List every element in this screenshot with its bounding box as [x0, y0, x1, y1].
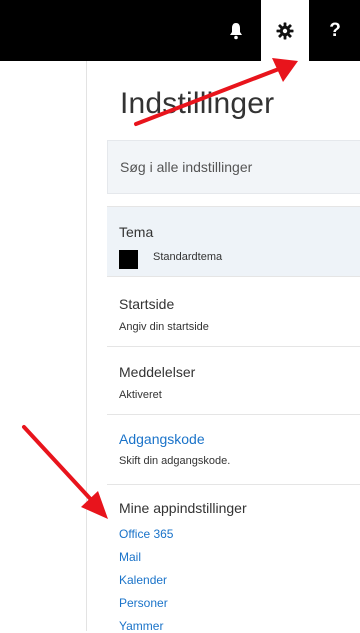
settings-search-input[interactable]: Søg i alle indstillinger [107, 140, 360, 194]
theme-value: Standardtema [153, 251, 223, 263]
notifications-button[interactable] [212, 0, 260, 61]
notifications-subtitle: Aktiveret [119, 389, 162, 401]
section-theme[interactable]: Tema Standardtema [107, 206, 360, 276]
bell-icon [230, 22, 242, 39]
password-subtitle: Skift din adgangskode. [119, 455, 231, 467]
startpage-title: Startside [119, 296, 175, 312]
section-startpage[interactable]: Startside Angiv din startside [107, 276, 360, 346]
gear-icon [276, 22, 294, 39]
app-link-people[interactable]: Personer [119, 596, 168, 610]
theme-swatch [119, 250, 138, 269]
startpage-subtitle: Angiv din startside [119, 321, 209, 333]
app-link-office365[interactable]: Office 365 [119, 527, 173, 541]
section-notifications[interactable]: Meddelelser Aktiveret [107, 346, 360, 414]
section-password[interactable]: Adgangskode Skift din adgangskode. [107, 414, 360, 484]
page-title: Indstillinger [120, 87, 275, 120]
notifications-title: Meddelelser [119, 364, 196, 380]
app-link-calendar[interactable]: Kalender [119, 573, 167, 587]
app-link-mail[interactable]: Mail [119, 550, 141, 564]
help-icon: ? [329, 19, 341, 41]
help-button[interactable]: ? [311, 0, 359, 61]
theme-title: Tema [119, 224, 154, 240]
password-link[interactable]: Adgangskode [119, 431, 205, 447]
search-placeholder: Søg i alle indstillinger [120, 159, 253, 175]
left-background [0, 61, 86, 631]
settings-button[interactable] [261, 0, 309, 61]
app-settings-title: Mine appindstillinger [119, 500, 247, 516]
